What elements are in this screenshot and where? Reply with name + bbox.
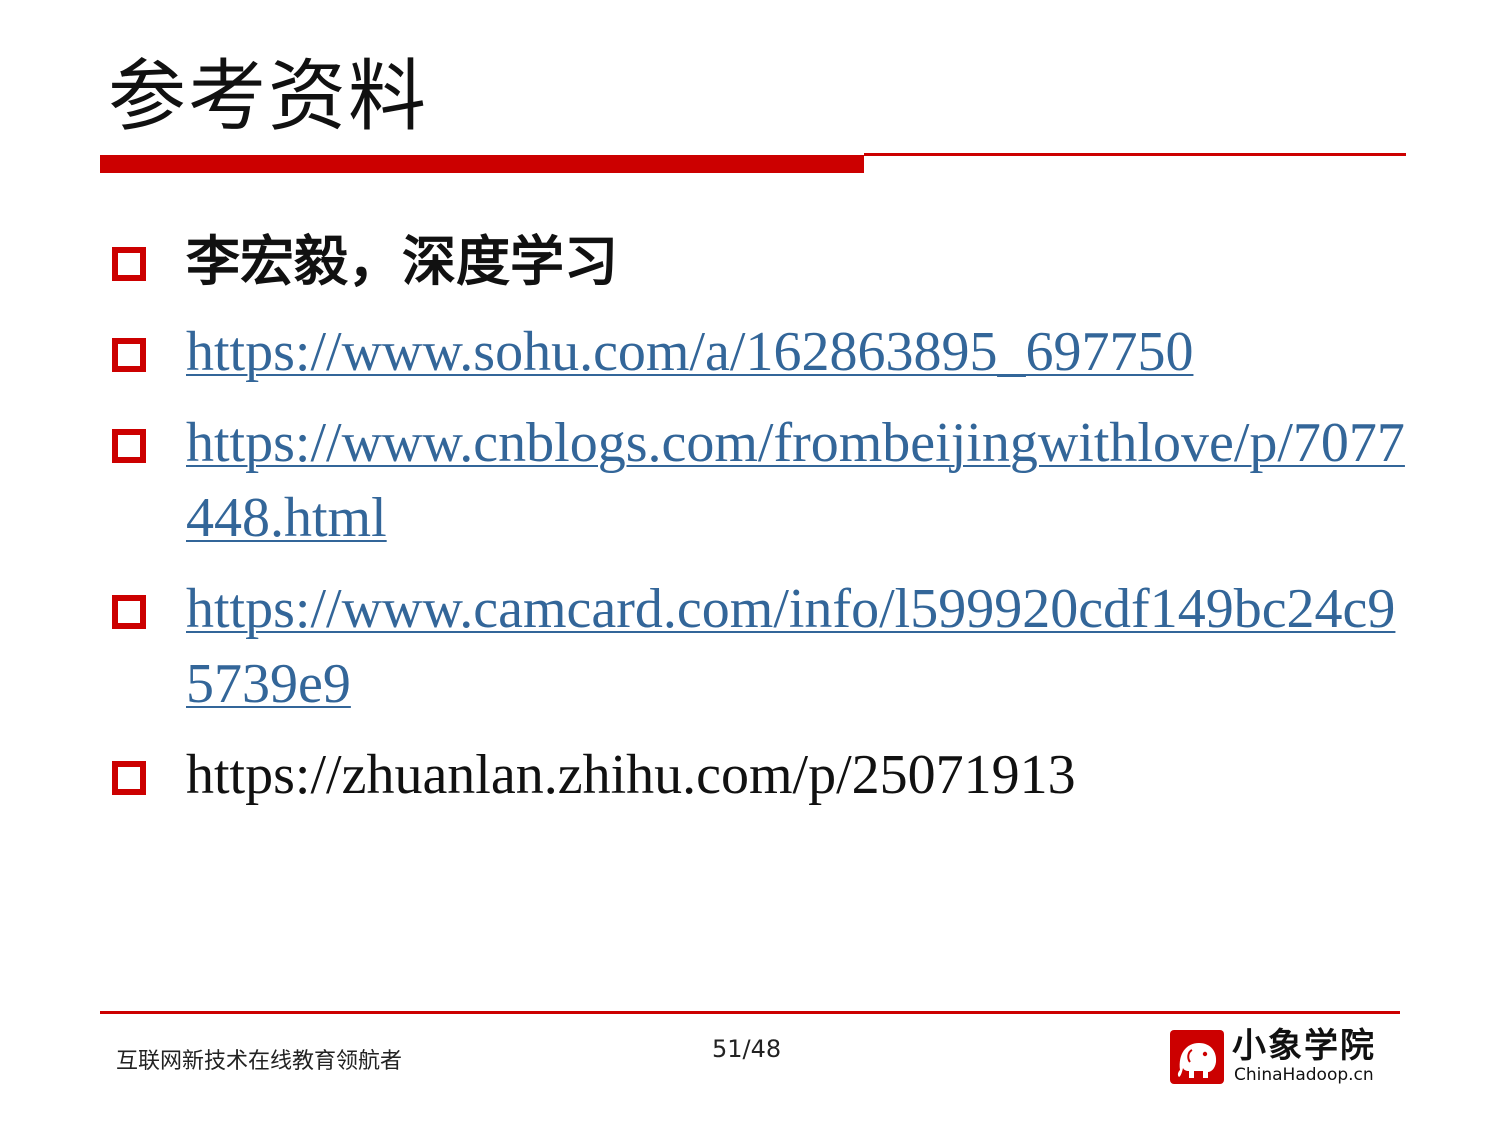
elephant-icon <box>1170 1030 1224 1084</box>
square-bullet-icon <box>112 761 146 795</box>
square-bullet-icon <box>112 595 146 629</box>
reference-link-sohu[interactable]: https://www.sohu.com/a/162863895_697750 <box>186 315 1412 390</box>
reference-item: https://www.cnblogs.com/frombeijingwithl… <box>112 406 1412 556</box>
square-bullet-icon <box>112 429 146 463</box>
title-underline-thin <box>864 153 1406 156</box>
brand-logo: 小象学院 ChinaHadoop.cn <box>1170 1028 1400 1088</box>
slide-title: 参考资料 <box>108 52 429 142</box>
footer-slogan: 互联网新技术在线教育领航者 <box>116 1049 403 1074</box>
logo-domain: ChinaHadoop.cn <box>1234 1065 1374 1085</box>
reference-link-cnblogs[interactable]: https://www.cnblogs.com/frombeijingwithl… <box>186 406 1412 556</box>
footer-rule <box>100 1011 1400 1014</box>
square-bullet-icon <box>112 338 146 372</box>
reference-item: 李宏毅，深度学习 <box>112 224 1412 299</box>
reference-link-camcard[interactable]: https://www.camcard.com/info/l599920cdf1… <box>186 572 1412 722</box>
reference-item: https://www.sohu.com/a/162863895_697750 <box>112 315 1412 390</box>
square-bullet-icon <box>112 247 146 281</box>
reference-text: 李宏毅，深度学习 <box>186 230 618 293</box>
page-number: 51/48 <box>712 1035 782 1063</box>
reference-item: https://www.camcard.com/info/l599920cdf1… <box>112 572 1412 722</box>
reference-text-zhihu: https://zhuanlan.zhihu.com/p/25071913 <box>186 744 1076 806</box>
logo-name: 小象学院 <box>1232 1026 1376 1066</box>
title-underline-thick <box>100 155 864 173</box>
reference-item: https://zhuanlan.zhihu.com/p/25071913 <box>112 738 1412 813</box>
reference-list: 李宏毅，深度学习 https://www.sohu.com/a/16286389… <box>112 224 1412 829</box>
